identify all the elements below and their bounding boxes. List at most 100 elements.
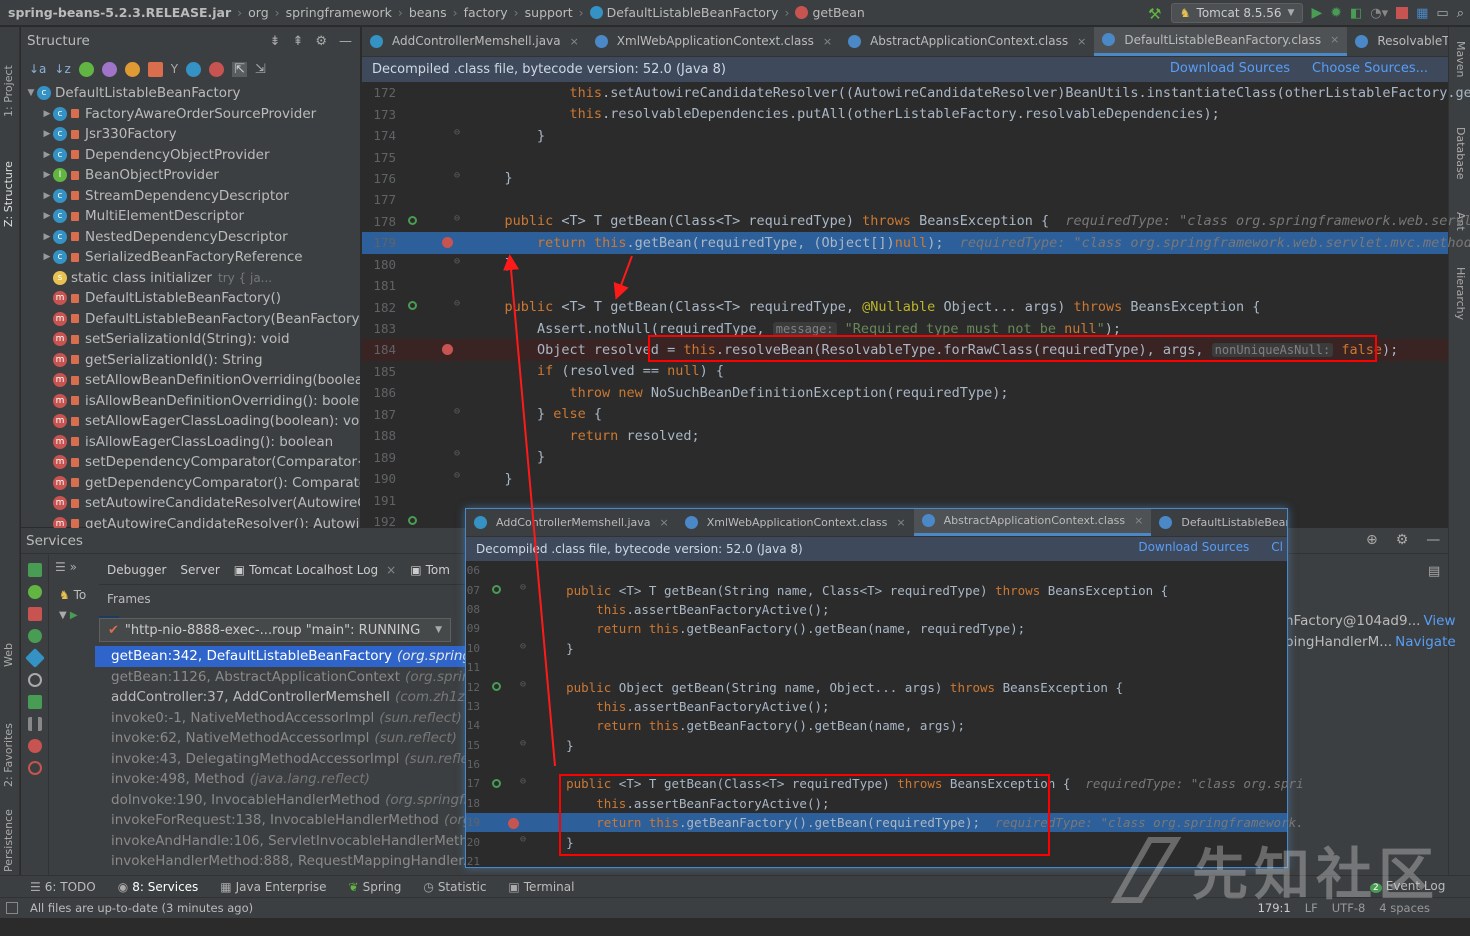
fold-icon[interactable]: ⊖ (454, 406, 460, 417)
bottom-tool-tab[interactable]: ▣ Terminal (508, 880, 574, 894)
chevron-right-icon[interactable]: ▶ (41, 191, 53, 201)
debugger-tab[interactable]: ▣ Tom (410, 563, 450, 577)
tree-item[interactable]: m getDependencyComparator(): Comparator (21, 473, 360, 494)
fold-icon[interactable]: ⊖ (454, 256, 460, 267)
override-icon[interactable] (408, 215, 417, 225)
close-icon[interactable]: × (1330, 33, 1339, 46)
popup-download-sources-link[interactable]: Download Sources (1138, 540, 1249, 554)
override-icon[interactable] (408, 301, 417, 311)
layout-icon[interactable]: ▤ (1428, 564, 1440, 579)
structure-tool-tab[interactable]: Z: Structure (2, 161, 15, 227)
editor-tab[interactable]: ResolvableType.class (1347, 27, 1448, 56)
stack-frame[interactable]: invoke:498, Method (java.lang.reflect) (95, 769, 466, 790)
bottom-tool-tab[interactable]: ☰ 6: TODO (30, 880, 96, 894)
stack-frame[interactable]: invoke:43, DelegatingMethodAccessorImpl(… (95, 749, 466, 770)
variable-row[interactable]: nFactory@104ad9... View (1285, 613, 1456, 634)
pause-icon[interactable] (28, 717, 42, 731)
chevron-right-icon[interactable]: ▶ (41, 252, 53, 262)
breakpoint-icon[interactable] (442, 237, 453, 249)
refresh-icon[interactable] (28, 673, 42, 687)
fold-icon[interactable]: ⊖ (520, 776, 526, 787)
collapse-all-icon[interactable]: ⇞ (292, 34, 303, 49)
sort-visibility-icon[interactable]: ↓z (54, 62, 70, 76)
override-icon[interactable] (408, 515, 417, 525)
tree-chevron-icon[interactable]: ▼ ▶ (59, 610, 78, 621)
hierarchy-tool-tab[interactable]: Hierarchy (1454, 267, 1467, 320)
gear-icon[interactable]: ⚙ (315, 34, 327, 49)
tree-item[interactable]: ▶ c DependencyObjectProvider (21, 145, 360, 166)
expand-all-icon[interactable]: ⇟ (270, 34, 281, 49)
tree-item[interactable]: m getSerializationId(): String (21, 350, 360, 371)
show-properties-icon[interactable] (101, 61, 117, 77)
favorites-tool-tab[interactable]: 2: Favorites (2, 723, 15, 787)
override-icon[interactable] (492, 585, 501, 595)
breadcrumb-item[interactable]: beans (409, 5, 447, 20)
deploy-icon[interactable] (25, 648, 45, 668)
stack-frame[interactable]: getBean:342, DefaultListableBeanFactory (… (95, 646, 466, 667)
tool-windows-icon[interactable] (6, 902, 18, 914)
close-icon[interactable]: × (570, 35, 579, 48)
resume-icon[interactable] (28, 695, 42, 709)
breadcrumb-item[interactable]: spring-beans-5.2.3.RELEASE.jar (8, 5, 231, 20)
tree-item[interactable]: m setAllowEagerClassLoading(boolean): voi (21, 411, 360, 432)
close-icon[interactable]: × (386, 563, 396, 577)
chevron-right-icon[interactable]: ▶ (41, 150, 53, 160)
editor-tab[interactable]: AddControllerMemshell.java × (466, 509, 677, 536)
download-sources-link[interactable]: Download Sources (1170, 61, 1290, 76)
crosshair-icon[interactable]: ⊕ (1366, 532, 1378, 548)
rerun-icon[interactable] (28, 563, 42, 577)
breadcrumb-item[interactable]: support (525, 5, 573, 20)
choose-sources-link[interactable]: Choose Sources... (1312, 61, 1428, 76)
tree-item[interactable]: m setSerializationId(String): void (21, 329, 360, 350)
editor-tab[interactable]: AbstractApplicationContext.class × (913, 509, 1152, 536)
tree-item[interactable]: ▶ c MultiElementDescriptor (21, 206, 360, 227)
close-icon[interactable]: × (660, 516, 669, 529)
bottom-tool-tab[interactable]: ◉ 8: Services (118, 880, 199, 894)
breadcrumb-item[interactable]: DefaultListableBeanFactory (607, 5, 779, 20)
tree-item[interactable]: ▶ I BeanObjectProvider (21, 165, 360, 186)
chevron-right-icon[interactable]: ▶ (41, 109, 53, 119)
inherited-icon[interactable]: Y (171, 62, 178, 76)
stack-frame[interactable]: addController:37, AddControllerMemshell(… (95, 687, 466, 708)
fold-icon[interactable]: ⊖ (454, 448, 460, 459)
close-icon[interactable]: × (1134, 514, 1143, 527)
editor-tab[interactable]: XmlWebApplicationContext.class × (587, 27, 840, 56)
fold-icon[interactable]: ⊖ (454, 213, 460, 224)
override-icon[interactable] (492, 682, 501, 692)
tree-item[interactable]: m setAllowBeanDefinitionOverriding(boolea… (21, 370, 360, 391)
bottom-tool-tab[interactable]: ❦ Spring (349, 880, 402, 894)
breakpoint-icon[interactable] (442, 344, 453, 356)
popup-choose-sources-link[interactable]: Cl (1271, 540, 1283, 554)
presentation-icon[interactable]: ▭ (1436, 6, 1448, 21)
project-tool-tab[interactable]: 1: Project (2, 65, 15, 117)
tree-root[interactable]: ▼ c DefaultListableBeanFactory (21, 83, 360, 104)
tree-item[interactable]: m setAutowireCandidateResolver(AutowireC (21, 493, 360, 514)
tree-item[interactable]: m DefaultListableBeanFactory() (21, 288, 360, 309)
stop-icon[interactable] (28, 607, 42, 621)
chevron-right-icon[interactable]: ▶ (41, 129, 53, 139)
variable-link[interactable]: Navigate (1395, 634, 1456, 650)
view-breakpoints-icon[interactable] (28, 739, 42, 753)
fold-icon[interactable]: ⊖ (520, 582, 526, 593)
tree-item[interactable]: ▶ c FactoryAwareOrderSourceProvider (21, 104, 360, 125)
chevron-right-icon[interactable]: ▶ (41, 170, 53, 180)
tree-item[interactable]: ▶ c Jsr330Factory (21, 124, 360, 145)
gear-icon[interactable]: ⚙ (1396, 532, 1409, 548)
autoscroll-from-source-icon[interactable]: ⇲ (255, 62, 266, 77)
mute-breakpoints-icon[interactable] (28, 761, 42, 775)
show-classes-icon[interactable] (78, 61, 94, 77)
tree-item[interactable]: ▶ c StreamDependencyDescriptor (21, 186, 360, 207)
debugger-tab[interactable]: Server (180, 563, 219, 577)
tree-item[interactable]: m isAllowEagerClassLoading(): boolean (21, 432, 360, 453)
stack-frame[interactable]: invokeHandlerMethod:888, RequestMappingH… (95, 851, 466, 872)
editor-tab[interactable]: AbstractApplicationContext.class × (840, 27, 1094, 56)
chevron-right-icon[interactable]: ▶ (41, 232, 53, 242)
tree-item[interactable]: m DefaultListableBeanFactory(BeanFactory) (21, 309, 360, 330)
database-tool-tab[interactable]: Database (1454, 127, 1467, 180)
bottom-tool-tab[interactable]: ▦ Java Enterprise (220, 880, 326, 894)
variable-link[interactable]: View (1423, 613, 1455, 629)
variable-row[interactable]: pingHandlerM... Navigate (1285, 634, 1456, 655)
fold-icon[interactable]: ⊖ (454, 170, 460, 181)
close-icon[interactable]: × (823, 35, 832, 48)
fold-icon[interactable]: ⊖ (454, 298, 460, 309)
